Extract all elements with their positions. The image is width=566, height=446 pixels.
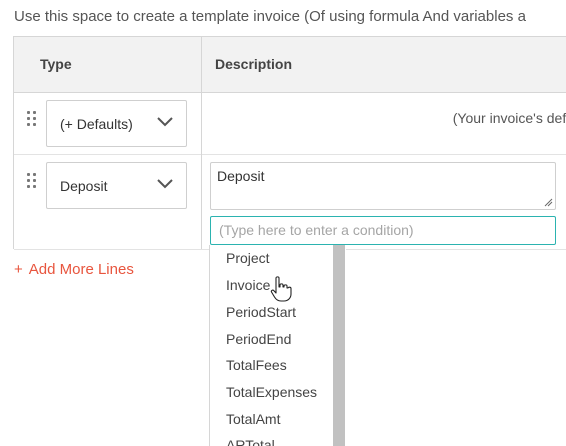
chevron-down-icon xyxy=(157,179,173,189)
dropdown-item-periodend[interactable]: PeriodEnd xyxy=(226,331,291,347)
hand-pointer-cursor-icon xyxy=(270,276,292,302)
dropdown-item-totalfees[interactable]: TotalFees xyxy=(226,357,287,373)
type-select[interactable]: Deposit xyxy=(46,162,187,209)
column-divider xyxy=(201,37,202,249)
dropdown-scrollbar[interactable] xyxy=(333,245,345,446)
resize-handle-icon[interactable] xyxy=(544,198,553,207)
drag-handle-icon[interactable] xyxy=(27,111,39,127)
type-select-value: (+ Defaults) xyxy=(60,116,133,132)
add-more-lines-link[interactable]: + Add More Lines xyxy=(14,261,134,278)
add-more-lines-label: Add More Lines xyxy=(28,261,134,278)
type-column-header: Type xyxy=(40,56,72,72)
dropdown-item-periodstart[interactable]: PeriodStart xyxy=(226,304,296,320)
type-select[interactable]: (+ Defaults) xyxy=(46,100,187,147)
description-textarea-value: Deposit xyxy=(217,168,265,184)
type-select-value: Deposit xyxy=(60,178,108,194)
drag-handle-icon[interactable] xyxy=(27,173,39,189)
dropdown-item-invoice[interactable]: Invoice xyxy=(226,277,270,293)
dropdown-item-project[interactable]: Project xyxy=(226,250,270,266)
chevron-down-icon xyxy=(157,117,173,127)
invoice-lines-table: Type Description (+ Defaults) (Your invo… xyxy=(13,36,566,250)
condition-input[interactable]: (Type here to enter a condition) xyxy=(210,216,556,245)
dropdown-item-totalamt[interactable]: TotalAmt xyxy=(226,411,280,427)
description-column-header: Description xyxy=(215,56,293,72)
table-header: Type Description xyxy=(14,37,566,93)
plus-icon: + xyxy=(14,261,23,278)
description-textarea[interactable]: Deposit xyxy=(210,162,556,210)
table-row: (+ Defaults) (Your invoice's defa xyxy=(14,93,566,155)
intro-text: Use this space to create a template invo… xyxy=(14,8,526,25)
dropdown-item-artotal[interactable]: ARTotal xyxy=(226,437,275,446)
defaults-description-note: (Your invoice's defa xyxy=(452,110,566,126)
dropdown-item-totalexpenses[interactable]: TotalExpenses xyxy=(226,384,317,400)
table-row: Deposit Deposit (Type here to enter a co… xyxy=(14,155,566,250)
